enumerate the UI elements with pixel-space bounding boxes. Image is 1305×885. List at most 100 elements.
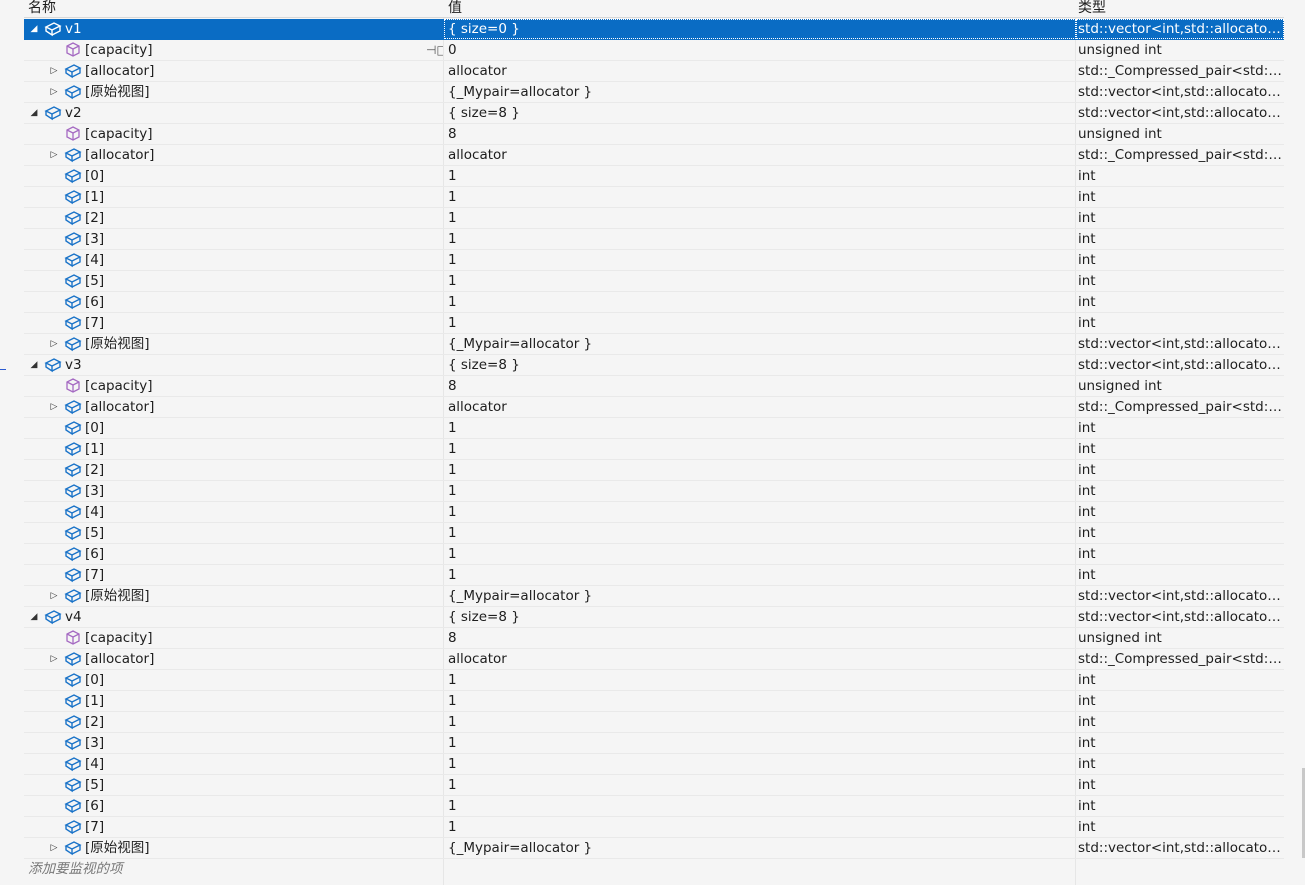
- expand-triangle-icon[interactable]: ▷: [48, 61, 60, 81]
- name-cell[interactable]: [6]: [24, 544, 443, 564]
- name-cell[interactable]: [3]: [24, 481, 443, 501]
- watch-row[interactable]: [6] 1 int: [24, 292, 1284, 313]
- watch-row[interactable]: ▷ [allocator] allocator std::_Compressed_pa…: [24, 61, 1284, 82]
- watch-row[interactable]: [2] 1 int: [24, 712, 1284, 733]
- expand-triangle-icon[interactable]: ▷: [48, 649, 60, 669]
- name-cell[interactable]: ◢ v2: [24, 103, 443, 123]
- watch-row[interactable]: [0] 1 int: [24, 418, 1284, 439]
- watch-row[interactable]: [capacity] 8 unsigned int: [24, 628, 1284, 649]
- watch-row[interactable]: [1] 1 int: [24, 439, 1284, 460]
- name-cell[interactable]: [0]: [24, 670, 443, 690]
- watch-row[interactable]: [6] 1 int: [24, 544, 1284, 565]
- add-watch-item[interactable]: 添加要监视的项: [24, 859, 447, 879]
- value-cell[interactable]: 1: [444, 775, 1076, 795]
- name-cell[interactable]: ▷ [原始视图]: [24, 838, 443, 858]
- value-cell[interactable]: {_Mypair=allocator }: [444, 82, 1076, 102]
- value-cell[interactable]: 1: [444, 292, 1076, 312]
- pin-icon[interactable]: ⊣□: [426, 40, 443, 60]
- watch-row[interactable]: [capacity] 8 unsigned int: [24, 124, 1284, 145]
- watch-row[interactable]: ▷ [原始视图] {_Mypair=allocator } std::vector<i…: [24, 82, 1284, 103]
- name-cell[interactable]: ▷ [原始视图]: [24, 82, 443, 102]
- name-cell[interactable]: [1]: [24, 187, 443, 207]
- collapse-triangle-icon[interactable]: ◢: [28, 607, 40, 627]
- name-cell[interactable]: ▷ [allocator]: [24, 397, 443, 417]
- value-cell[interactable]: { size=0 }: [444, 19, 1076, 39]
- watch-row[interactable]: ▷ [allocator] allocator std::_Compressed_pa…: [24, 397, 1284, 418]
- value-cell[interactable]: 1: [444, 187, 1076, 207]
- name-cell[interactable]: ◢ v1: [24, 19, 443, 39]
- name-cell[interactable]: ▷ [allocator]: [24, 61, 443, 81]
- watch-row[interactable]: ◢ v2 { size=8 } std::vector<int,std::alloca…: [24, 103, 1284, 124]
- watch-row[interactable]: ◢ v3 { size=8 } std::vector<int,std::alloca…: [24, 355, 1284, 376]
- collapse-triangle-icon[interactable]: ◢: [28, 19, 40, 39]
- value-cell[interactable]: 1: [444, 313, 1076, 333]
- collapse-triangle-icon[interactable]: ◢: [28, 103, 40, 123]
- name-cell[interactable]: [1]: [24, 439, 443, 459]
- value-cell[interactable]: 1: [444, 523, 1076, 543]
- name-cell[interactable]: [capacity]: [24, 376, 443, 396]
- value-cell[interactable]: 1: [444, 439, 1076, 459]
- name-cell[interactable]: [5]: [24, 523, 443, 543]
- watch-row[interactable]: [2] 1 int: [24, 460, 1284, 481]
- value-cell[interactable]: 1: [444, 712, 1076, 732]
- name-cell[interactable]: ▷ [原始视图]: [24, 334, 443, 354]
- value-cell[interactable]: {_Mypair=allocator }: [444, 586, 1076, 606]
- value-cell[interactable]: 1: [444, 208, 1076, 228]
- name-cell[interactable]: [2]: [24, 208, 443, 228]
- name-cell[interactable]: [6]: [24, 796, 443, 816]
- name-cell[interactable]: [2]: [24, 712, 443, 732]
- name-cell[interactable]: ▷ [allocator]: [24, 145, 443, 165]
- value-cell[interactable]: { size=8 }: [444, 103, 1076, 123]
- watch-row[interactable]: [7] 1 int: [24, 817, 1284, 838]
- watch-row[interactable]: ◢ v1 { size=0 } std::vector<int,std::alloca…: [24, 19, 1284, 40]
- watch-row[interactable]: [5] 1 int: [24, 775, 1284, 796]
- name-cell[interactable]: [5]: [24, 271, 443, 291]
- name-cell[interactable]: [capacity] ⊣□: [24, 40, 443, 60]
- header-value[interactable]: 值: [448, 0, 462, 17]
- value-cell[interactable]: allocator: [444, 649, 1076, 669]
- value-cell[interactable]: 8: [444, 628, 1076, 648]
- value-cell[interactable]: 1: [444, 754, 1076, 774]
- value-cell[interactable]: 1: [444, 670, 1076, 690]
- value-cell[interactable]: 1: [444, 817, 1076, 837]
- value-cell[interactable]: 1: [444, 271, 1076, 291]
- value-cell[interactable]: 0: [444, 40, 1076, 60]
- header-type[interactable]: 类型: [1078, 0, 1106, 17]
- watch-row[interactable]: [0] 1 int: [24, 670, 1284, 691]
- value-cell[interactable]: 1: [444, 250, 1076, 270]
- name-cell[interactable]: [3]: [24, 229, 443, 249]
- name-cell[interactable]: [4]: [24, 754, 443, 774]
- name-cell[interactable]: [7]: [24, 313, 443, 333]
- expand-triangle-icon[interactable]: ▷: [48, 586, 60, 606]
- value-cell[interactable]: 8: [444, 376, 1076, 396]
- watch-row[interactable]: [capacity] ⊣□0unsigned int: [24, 40, 1284, 61]
- watch-row[interactable]: [4] 1 int: [24, 250, 1284, 271]
- value-cell[interactable]: 1: [444, 544, 1076, 564]
- name-cell[interactable]: [5]: [24, 775, 443, 795]
- watch-row[interactable]: ▷ [allocator] allocator std::_Compressed_pa…: [24, 145, 1284, 166]
- value-cell[interactable]: 1: [444, 418, 1076, 438]
- name-cell[interactable]: [7]: [24, 565, 443, 585]
- name-cell[interactable]: ▷ [allocator]: [24, 649, 443, 669]
- expand-triangle-icon[interactable]: ▷: [48, 145, 60, 165]
- name-cell[interactable]: ◢ v4: [24, 607, 443, 627]
- watch-row[interactable]: [6] 1 int: [24, 796, 1284, 817]
- name-cell[interactable]: ▷ [原始视图]: [24, 586, 443, 606]
- name-cell[interactable]: [1]: [24, 691, 443, 711]
- name-cell[interactable]: ◢ v3: [24, 355, 443, 375]
- value-cell[interactable]: 1: [444, 481, 1076, 501]
- watch-row[interactable]: ▷ [原始视图] {_Mypair=allocator } std::vector<i…: [24, 838, 1284, 859]
- value-cell[interactable]: 1: [444, 691, 1076, 711]
- value-cell[interactable]: 8: [444, 124, 1076, 144]
- name-cell[interactable]: [4]: [24, 502, 443, 522]
- watch-row[interactable]: [3] 1 int: [24, 733, 1284, 754]
- value-cell[interactable]: 1: [444, 565, 1076, 585]
- watch-row[interactable]: ◢ v4 { size=8 } std::vector<int,std::alloca…: [24, 607, 1284, 628]
- value-cell[interactable]: allocator: [444, 61, 1076, 81]
- expand-triangle-icon[interactable]: ▷: [48, 838, 60, 858]
- collapse-triangle-icon[interactable]: ◢: [28, 355, 40, 375]
- watch-row[interactable]: [7] 1 int: [24, 565, 1284, 586]
- name-cell[interactable]: [7]: [24, 817, 443, 837]
- watch-row[interactable]: [4] 1 int: [24, 502, 1284, 523]
- value-cell[interactable]: { size=8 }: [444, 607, 1076, 627]
